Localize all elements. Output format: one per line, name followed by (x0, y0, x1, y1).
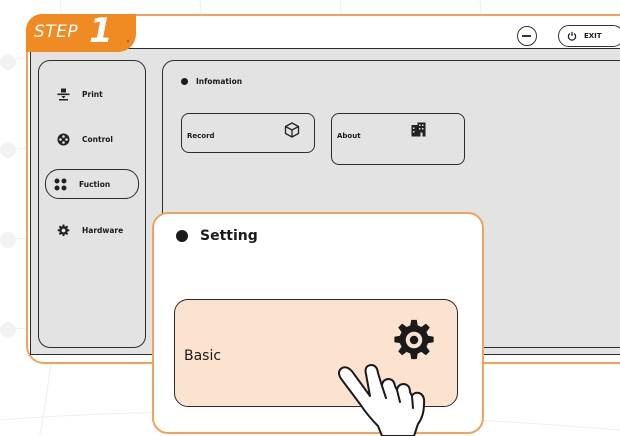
building-icon (411, 122, 426, 137)
bullet-dot (181, 78, 188, 85)
card-label: About (337, 132, 361, 140)
step-label: STEP (34, 22, 79, 42)
card-label: Basic (184, 348, 222, 364)
section-header-setting: Setting (176, 228, 258, 244)
sidebar-item-print[interactable]: Print (49, 81, 137, 107)
sidebar-item-label: Control (82, 134, 114, 144)
control-icon (57, 133, 70, 145)
bullet-dot (176, 230, 188, 242)
about-card[interactable]: About (331, 113, 465, 165)
exit-button[interactable]: EXIT (558, 25, 620, 47)
sidebar-item-label: Print (82, 89, 103, 99)
section-header-infomation: Infomation (181, 77, 242, 86)
minimize-button[interactable] (517, 26, 537, 46)
sidebar-item-fuction[interactable]: Fuction (45, 169, 139, 199)
record-card[interactable]: Record (181, 113, 315, 153)
sidebar-item-label: Fuction (79, 179, 111, 189)
sidebar-item-label: Hardware (82, 225, 124, 235)
step-separator: . (126, 31, 131, 46)
card-label: Record (187, 132, 215, 140)
sidebar-item-hardware[interactable]: Hardware (49, 217, 137, 243)
power-icon (567, 31, 577, 41)
step-number: 1 (89, 11, 113, 51)
cube-icon (284, 122, 300, 138)
gear-icon (57, 224, 70, 236)
section-title: Setting (200, 228, 258, 244)
pointing-hand-icon (338, 364, 426, 436)
print-icon (57, 88, 70, 100)
sidebar-item-control[interactable]: Control (49, 126, 137, 152)
sidebar: Print Control Fuction Hardware (38, 60, 146, 348)
exit-label: EXIT (584, 32, 602, 40)
section-title: Infomation (196, 77, 243, 86)
function-icon (54, 178, 67, 190)
